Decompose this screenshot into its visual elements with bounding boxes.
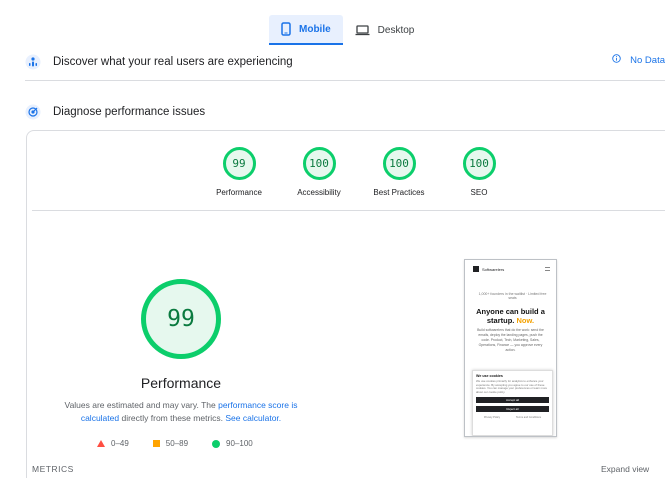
legend-pass: 90–100 — [212, 439, 253, 448]
no-data-indicator: No Data — [612, 54, 665, 66]
metrics-heading: METRICS — [32, 464, 74, 474]
legend-average: 50–89 — [152, 439, 189, 448]
terms-link: Terms and Conditions — [515, 416, 542, 420]
cookie-title: We use cookies — [476, 374, 503, 378]
performance-title: Performance — [140, 375, 222, 391]
thumbnail-brand: Softwarelers — [482, 266, 505, 272]
tab-mobile[interactable]: Mobile — [269, 15, 343, 45]
headline-text: Anyone can build a startup. — [476, 307, 545, 325]
page-screenshot-thumbnail[interactable]: Softwarelers 1,000+ founders in the wait… — [464, 259, 557, 437]
gauge-score: 99 — [222, 147, 256, 180]
thumbnail-badge: 1,000+ founders in the waitlist · Limite… — [478, 292, 547, 300]
mobile-icon — [281, 22, 291, 36]
performance-big-gauge: 99 — [141, 279, 221, 359]
category-gauges: 99 Performance 100 Accessibility 100 Bes… — [199, 147, 519, 197]
desktop-icon — [355, 24, 370, 36]
expand-view-button[interactable]: Expand view — [601, 464, 649, 474]
cookie-text: We use cookies primarily for analytics t… — [476, 379, 548, 394]
desc-prefix: Values are estimated and may vary. The — [64, 400, 219, 410]
tab-mobile-label: Mobile — [299, 23, 331, 35]
legend-fail: 0–49 — [97, 439, 129, 448]
reject-all-button: Reject all — [476, 406, 549, 413]
accept-all-button: Accept all — [476, 397, 549, 404]
cookie-banner: We use cookies We use cookies primarily … — [472, 370, 553, 436]
headline-accent: Now. — [516, 316, 535, 325]
gauge-seo[interactable]: 100 SEO — [439, 147, 519, 197]
triangle-icon — [97, 440, 105, 447]
gauge-performance[interactable]: 99 Performance — [199, 147, 279, 197]
gauge-label: Accessibility — [297, 188, 341, 197]
thumbnail-header: Softwarelers — [473, 266, 550, 272]
thumbnail-headline: Anyone can build a startup. Now. — [471, 307, 550, 325]
gauge-score: 100 — [382, 147, 416, 180]
see-calculator-link[interactable]: See calculator. — [225, 413, 281, 423]
info-icon — [612, 54, 621, 66]
no-data-label: No Data — [630, 54, 665, 66]
lab-data-header: Diagnose performance issues — [25, 101, 665, 123]
report-card: 99 Performance 100 Accessibility 100 Bes… — [26, 130, 665, 478]
gauge-score: 100 — [462, 147, 496, 180]
logo-mark-icon — [473, 266, 479, 272]
field-data-icon — [25, 54, 41, 70]
pagespeed-report: Mobile Desktop Discover what your real u… — [0, 0, 665, 478]
performance-description: Values are estimated and may vary. The p… — [61, 399, 301, 425]
section-divider — [25, 80, 665, 81]
legend-range: 0–49 — [111, 439, 129, 448]
legend-range: 90–100 — [226, 439, 253, 448]
lab-data-title: Diagnose performance issues — [53, 106, 206, 118]
score-legend: 0–49 50–89 90–100 — [97, 439, 277, 448]
menu-icon — [545, 267, 550, 271]
privacy-link: Privacy Policy — [483, 416, 501, 420]
tab-desktop[interactable]: Desktop — [343, 15, 427, 45]
gauge-accessibility[interactable]: 100 Accessibility — [279, 147, 359, 197]
gauge-label: SEO — [470, 188, 488, 197]
gauge-label: Best Practices — [373, 188, 425, 197]
card-divider — [32, 210, 665, 211]
tab-desktop-label: Desktop — [377, 24, 415, 36]
gauge-label: Performance — [216, 188, 262, 197]
gauge-best-practices[interactable]: 100 Best Practices — [359, 147, 439, 197]
legend-range: 50–89 — [165, 439, 189, 448]
thumbnail-body: Build softwarelers that do the work: sen… — [477, 328, 544, 352]
circle-icon — [212, 439, 221, 448]
device-tabs: Mobile Desktop — [269, 15, 426, 45]
field-data-title: Discover what your real users are experi… — [53, 56, 293, 68]
thumbnail-logo: Softwarelers — [473, 266, 504, 272]
lab-data-icon — [25, 104, 41, 120]
cookie-links: Privacy Policy Terms and Conditions — [476, 416, 549, 419]
gauge-score: 100 — [302, 147, 336, 180]
square-icon — [152, 440, 160, 447]
field-data-header: Discover what your real users are experi… — [25, 51, 665, 73]
desc-middle: directly from these metrics. — [119, 413, 226, 423]
